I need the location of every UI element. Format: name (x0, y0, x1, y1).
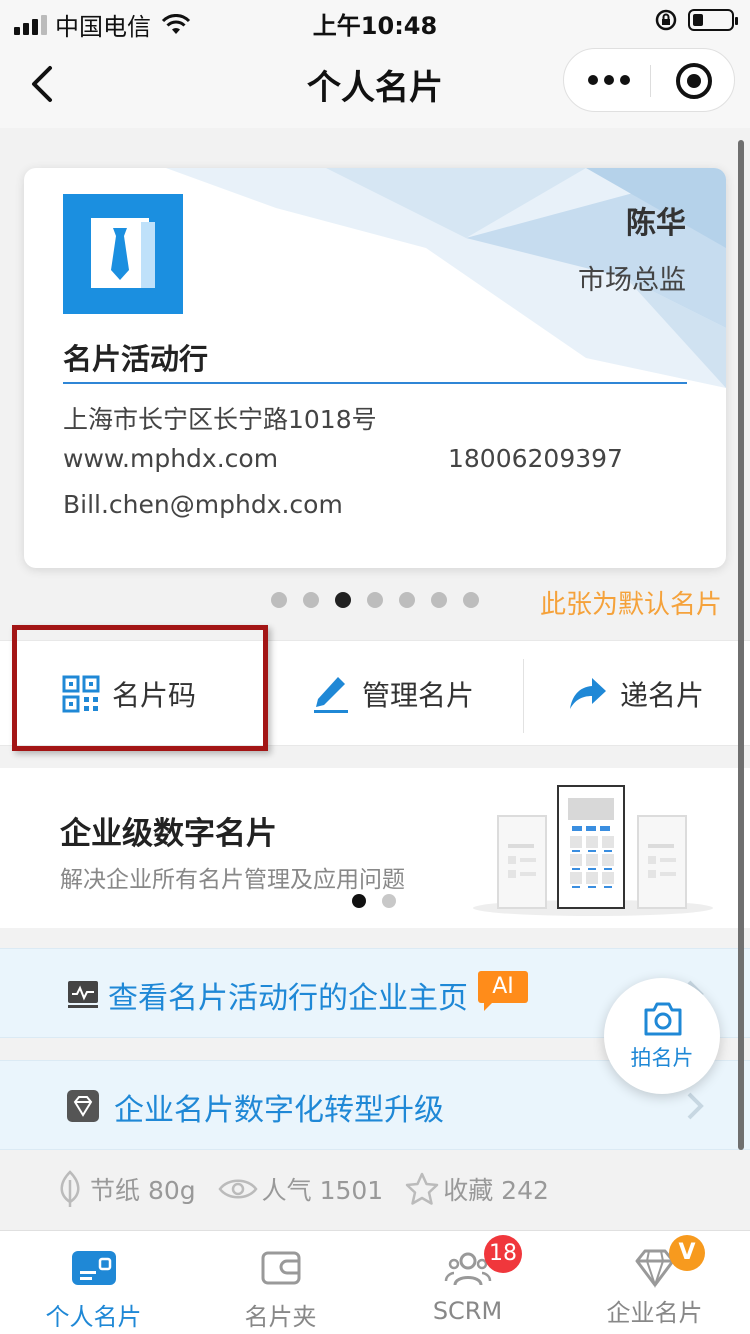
website-text: www.mphdx.com (63, 444, 279, 473)
pager-dot (463, 592, 479, 608)
company-logo (63, 194, 183, 314)
company-name: 名片活动行 (63, 342, 209, 376)
mini-program-capsule (563, 48, 735, 112)
capsule-divider (650, 65, 651, 97)
phone-text: 18006209397 (448, 444, 623, 473)
address-text: 上海市长宁区长宁路1018号 (63, 405, 377, 434)
close-target-icon[interactable] (676, 63, 712, 99)
tab-bar: 个人名片 名片夹 18 SCRM V 企业名片 (0, 1230, 750, 1334)
pager-dot (382, 894, 396, 908)
card-icon (72, 1251, 116, 1285)
manage-card-button[interactable]: 管理名片 (312, 641, 474, 747)
phone-illustration (473, 785, 713, 916)
card-stats: 节纸 80g 人气 1501 收藏 242 (54, 1170, 571, 1208)
wallet-icon (261, 1251, 301, 1285)
default-card-note: 此张为默认名片 (539, 590, 722, 620)
send-card-button[interactable]: 递名片 (568, 641, 704, 747)
card-divider (63, 382, 687, 384)
vip-badge: V (669, 1235, 705, 1271)
pager-dot (367, 592, 383, 608)
monitor-icon (68, 981, 98, 1008)
camera-icon (644, 1002, 682, 1036)
popularity-text: 人气 1501 (261, 1176, 384, 1205)
tab-label: 个人名片 (45, 1303, 142, 1331)
chevron-right-icon (687, 1092, 704, 1120)
person-name: 陈华 (626, 206, 686, 241)
banner-pager (352, 894, 396, 908)
promo-banner[interactable]: 企业级数字名片 解决企业所有名片管理及应用问题 (0, 768, 750, 928)
pager-dot (335, 592, 351, 608)
pager-dot (352, 894, 366, 908)
status-bar: 中国电信 上午10:48 (0, 0, 750, 41)
tab-label: 企业名片 (606, 1299, 703, 1327)
pager-dot (399, 592, 415, 608)
business-card[interactable]: 陈华 市场总监 名片活动行 上海市长宁区长宁路1018号 www.mphdx.c… (24, 168, 726, 568)
popularity-stat: 人气 1501 (218, 1171, 384, 1207)
manage-card-label: 管理名片 (362, 679, 475, 712)
person-title: 市场总监 (578, 265, 686, 296)
tab-label: SCRM (432, 1297, 503, 1325)
send-card-label: 递名片 (620, 679, 705, 712)
rotation-lock-icon (655, 9, 677, 31)
eye-icon (218, 1179, 258, 1199)
tab-personal-card[interactable]: 个人名片 (0, 1231, 187, 1334)
pager-dot (431, 592, 447, 608)
pencil-icon (314, 677, 348, 713)
banner-title: 企业级数字名片 (60, 816, 277, 852)
more-icon[interactable] (588, 75, 630, 85)
scan-card-button[interactable]: 拍名片 (604, 978, 720, 1094)
star-icon (405, 1172, 439, 1205)
scan-card-label: 拍名片 (630, 1046, 694, 1070)
favorites-text: 收藏 242 (443, 1176, 549, 1205)
tab-scrm[interactable]: 18 SCRM (374, 1231, 561, 1334)
company-homepage-text: 查看名片活动行的企业主页 (108, 981, 468, 1016)
action-divider (523, 659, 524, 733)
diamond-icon (67, 1090, 99, 1122)
scrollbar[interactable] (738, 140, 744, 1150)
paper-saved-stat: 节纸 80g (54, 1170, 196, 1208)
tab-enterprise-card[interactable]: V 企业名片 (561, 1231, 748, 1334)
ai-badge: AI (478, 971, 528, 1011)
favorites-stat: 收藏 242 (405, 1171, 549, 1207)
digital-upgrade-text: 企业名片数字化转型升级 (114, 1093, 444, 1128)
status-time: 上午10:48 (312, 12, 438, 40)
navigation-bar: 个人名片 (0, 40, 750, 128)
pager-dot (303, 592, 319, 608)
share-arrow-icon (570, 678, 606, 709)
status-right (654, 8, 738, 32)
email-text: Bill.chen@mphdx.com (63, 490, 343, 519)
tab-label: 名片夹 (244, 1303, 317, 1331)
tab-card-holder[interactable]: 名片夹 (187, 1231, 374, 1334)
battery-icon (688, 9, 738, 31)
paper-saved-text: 节纸 80g (90, 1176, 196, 1205)
banner-subtitle: 解决企业所有名片管理及应用问题 (60, 867, 405, 893)
highlight-box (12, 625, 268, 751)
pager-dot (271, 592, 287, 608)
card-pager (271, 592, 479, 608)
scrm-badge: 18 (484, 1235, 522, 1273)
leaf-icon (60, 1170, 80, 1207)
